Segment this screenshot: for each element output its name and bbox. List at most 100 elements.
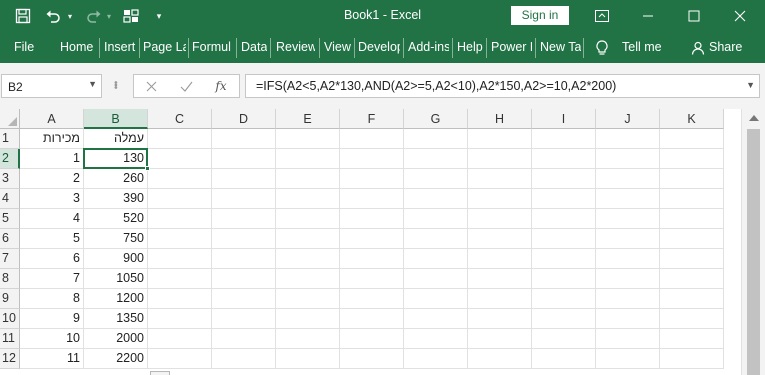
column-header-g[interactable]: G (404, 109, 468, 129)
cell-f2[interactable] (340, 149, 404, 169)
cell-j11[interactable] (596, 329, 660, 349)
cell-c4[interactable] (148, 189, 212, 209)
cell-j10[interactable] (596, 309, 660, 329)
column-header-k[interactable]: K (660, 109, 724, 129)
cell-a8[interactable]: 7 (20, 269, 84, 289)
tab-data[interactable]: Data (241, 40, 267, 54)
cell-f12[interactable] (340, 349, 404, 369)
cell-b2[interactable]: 130 (83, 148, 148, 169)
cell-k8[interactable] (660, 269, 724, 289)
column-header-e[interactable]: E (276, 109, 340, 129)
minimize-icon[interactable] (625, 0, 671, 32)
cell-b6[interactable]: 750 (84, 229, 148, 249)
sign-in-button[interactable]: Sign in (511, 6, 569, 25)
cell-d7[interactable] (212, 249, 276, 269)
tab-view[interactable]: View (324, 40, 352, 54)
tell-me-search[interactable]: Tell me (622, 40, 664, 54)
cell-h3[interactable] (468, 169, 532, 189)
tab-add-ins[interactable]: Add-ins (408, 40, 449, 54)
cell-j6[interactable] (596, 229, 660, 249)
tab-formulas[interactable]: Formul (192, 40, 233, 54)
row-header[interactable]: 9 (0, 289, 20, 309)
sheet-tab-stub[interactable] (150, 371, 170, 375)
cell-e3[interactable] (276, 169, 340, 189)
cell-k3[interactable] (660, 169, 724, 189)
cell-k7[interactable] (660, 249, 724, 269)
name-box[interactable]: B2 ▼ (1, 74, 102, 98)
row-header[interactable]: 11 (0, 329, 20, 349)
cell-i8[interactable] (532, 269, 596, 289)
scroll-up-arrow-icon[interactable] (749, 115, 759, 121)
cell-c7[interactable] (148, 249, 212, 269)
tab-help[interactable]: Help (457, 40, 484, 54)
tab-review[interactable]: Review (276, 40, 315, 54)
cell-i5[interactable] (532, 209, 596, 229)
column-header-j[interactable]: J (596, 109, 660, 129)
tab-file[interactable]: File (14, 40, 36, 54)
cell-d5[interactable] (212, 209, 276, 229)
cell-a11[interactable]: 10 (20, 329, 84, 349)
cell-d10[interactable] (212, 309, 276, 329)
cell-j2[interactable] (596, 149, 660, 169)
row-header[interactable]: 7 (0, 249, 20, 269)
cell-h1[interactable] (468, 129, 532, 149)
fill-handle[interactable] (145, 166, 150, 171)
column-header-d[interactable]: D (212, 109, 276, 129)
column-header-f[interactable]: F (340, 109, 404, 129)
row-header[interactable]: 2 (0, 149, 20, 169)
cell-e10[interactable] (276, 309, 340, 329)
cell-h8[interactable] (468, 269, 532, 289)
cell-e6[interactable] (276, 229, 340, 249)
cell-j4[interactable] (596, 189, 660, 209)
expand-formula-icon[interactable]: ▼ (746, 80, 755, 90)
cell-a12[interactable]: 11 (20, 349, 84, 369)
cell-c5[interactable] (148, 209, 212, 229)
column-header-c[interactable]: C (148, 109, 212, 129)
row-header[interactable]: 3 (0, 169, 20, 189)
cell-c10[interactable] (148, 309, 212, 329)
cell-d3[interactable] (212, 169, 276, 189)
cell-c3[interactable] (148, 169, 212, 189)
cell-g4[interactable] (404, 189, 468, 209)
cell-f8[interactable] (340, 269, 404, 289)
cell-a7[interactable]: 6 (20, 249, 84, 269)
row-header[interactable]: 8 (0, 269, 20, 289)
column-header-b[interactable]: B (84, 109, 148, 129)
tab-insert[interactable]: Insert (104, 40, 137, 54)
cell-f7[interactable] (340, 249, 404, 269)
row-header[interactable]: 12 (0, 349, 20, 369)
cell-i1[interactable] (532, 129, 596, 149)
select-all-corner[interactable] (0, 109, 20, 129)
cell-k9[interactable] (660, 289, 724, 309)
tab-power-pivot[interactable]: Power P (491, 40, 532, 54)
cell-h5[interactable] (468, 209, 532, 229)
splitter-dots-icon[interactable]: ••• (109, 81, 120, 89)
cell-g6[interactable] (404, 229, 468, 249)
cell-g5[interactable] (404, 209, 468, 229)
worksheet-grid[interactable]: A B C D E F G H I J K 1 מכירות עמלה 2 1 130 3 2 260 4 3 390 5 4 5… (0, 109, 741, 375)
cell-g2[interactable] (404, 149, 468, 169)
column-header-a[interactable]: A (20, 109, 84, 129)
cell-k4[interactable] (660, 189, 724, 209)
cell-g7[interactable] (404, 249, 468, 269)
cell-h10[interactable] (468, 309, 532, 329)
insert-function-icon[interactable]: fx (204, 75, 238, 97)
cell-g11[interactable] (404, 329, 468, 349)
cell-h11[interactable] (468, 329, 532, 349)
cell-j8[interactable] (596, 269, 660, 289)
cell-j3[interactable] (596, 169, 660, 189)
cell-d12[interactable] (212, 349, 276, 369)
cell-f11[interactable] (340, 329, 404, 349)
cell-c11[interactable] (148, 329, 212, 349)
cell-h9[interactable] (468, 289, 532, 309)
cell-c12[interactable] (148, 349, 212, 369)
cell-a9[interactable]: 8 (20, 289, 84, 309)
share-button[interactable]: Share (709, 40, 743, 54)
cell-j1[interactable] (596, 129, 660, 149)
cell-f10[interactable] (340, 309, 404, 329)
tab-new-tab[interactable]: New Ta (540, 40, 581, 54)
tab-page-layout[interactable]: Page La (143, 40, 186, 54)
cell-k11[interactable] (660, 329, 724, 349)
cell-b9[interactable]: 1200 (84, 289, 148, 309)
cell-e9[interactable] (276, 289, 340, 309)
